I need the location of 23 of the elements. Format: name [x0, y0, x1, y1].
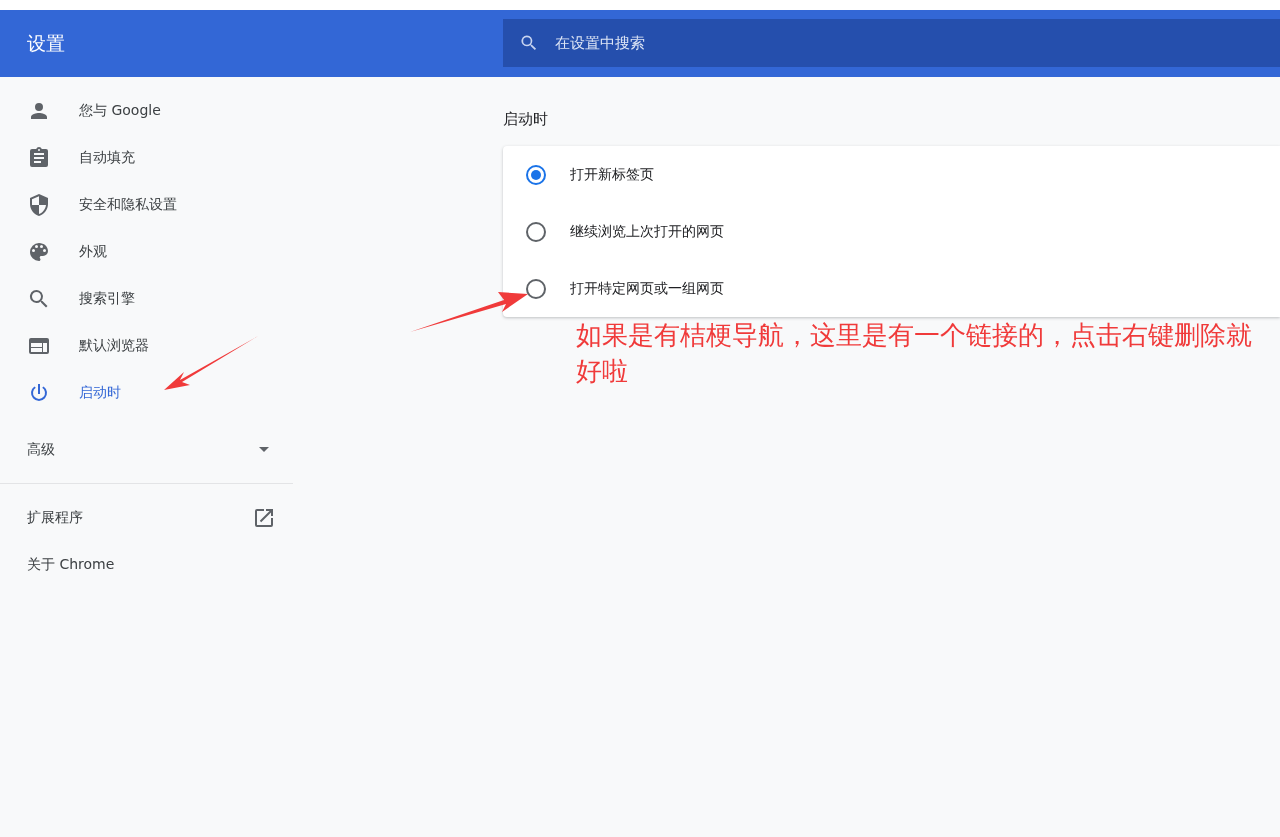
sidebar-item[interactable]: 外观: [0, 228, 293, 275]
page-title: 设置: [26, 30, 66, 56]
radio-button[interactable]: [526, 278, 546, 299]
radio-button[interactable]: [526, 221, 546, 242]
search-input[interactable]: 在设置中搜索: [553, 32, 1280, 53]
sidebar-item[interactable]: 搜索引擎: [0, 275, 293, 322]
option-label: 打开新标签页: [570, 165, 654, 184]
sidebar-item[interactable]: 启动时: [0, 369, 293, 416]
annotation-text: 如果是有桔梗导航，这里是有一个链接的，点击右键删除就好啦: [576, 319, 1253, 388]
sidebar-link[interactable]: 扩展程序: [0, 494, 293, 541]
sidebar-item[interactable]: 您与 Google: [0, 87, 293, 134]
sidebar-item[interactable]: 自动填充: [0, 134, 293, 181]
shield-icon: [27, 192, 51, 217]
section-title: 启动时: [503, 110, 549, 130]
advanced-toggle[interactable]: 高级: [0, 426, 293, 473]
sidebar-link[interactable]: 关于 Chrome: [0, 541, 293, 588]
radio-button[interactable]: [526, 164, 546, 185]
sidebar-item[interactable]: 默认浏览器: [0, 322, 293, 369]
sidebar-item[interactable]: 安全和隐私设置: [0, 181, 293, 228]
clipboard-icon: [27, 145, 51, 170]
search-field[interactable]: 在设置中搜索: [503, 18, 1280, 67]
option-label: 继续浏览上次打开的网页: [570, 222, 724, 241]
option-label: 打开特定网页或一组网页: [570, 279, 724, 298]
